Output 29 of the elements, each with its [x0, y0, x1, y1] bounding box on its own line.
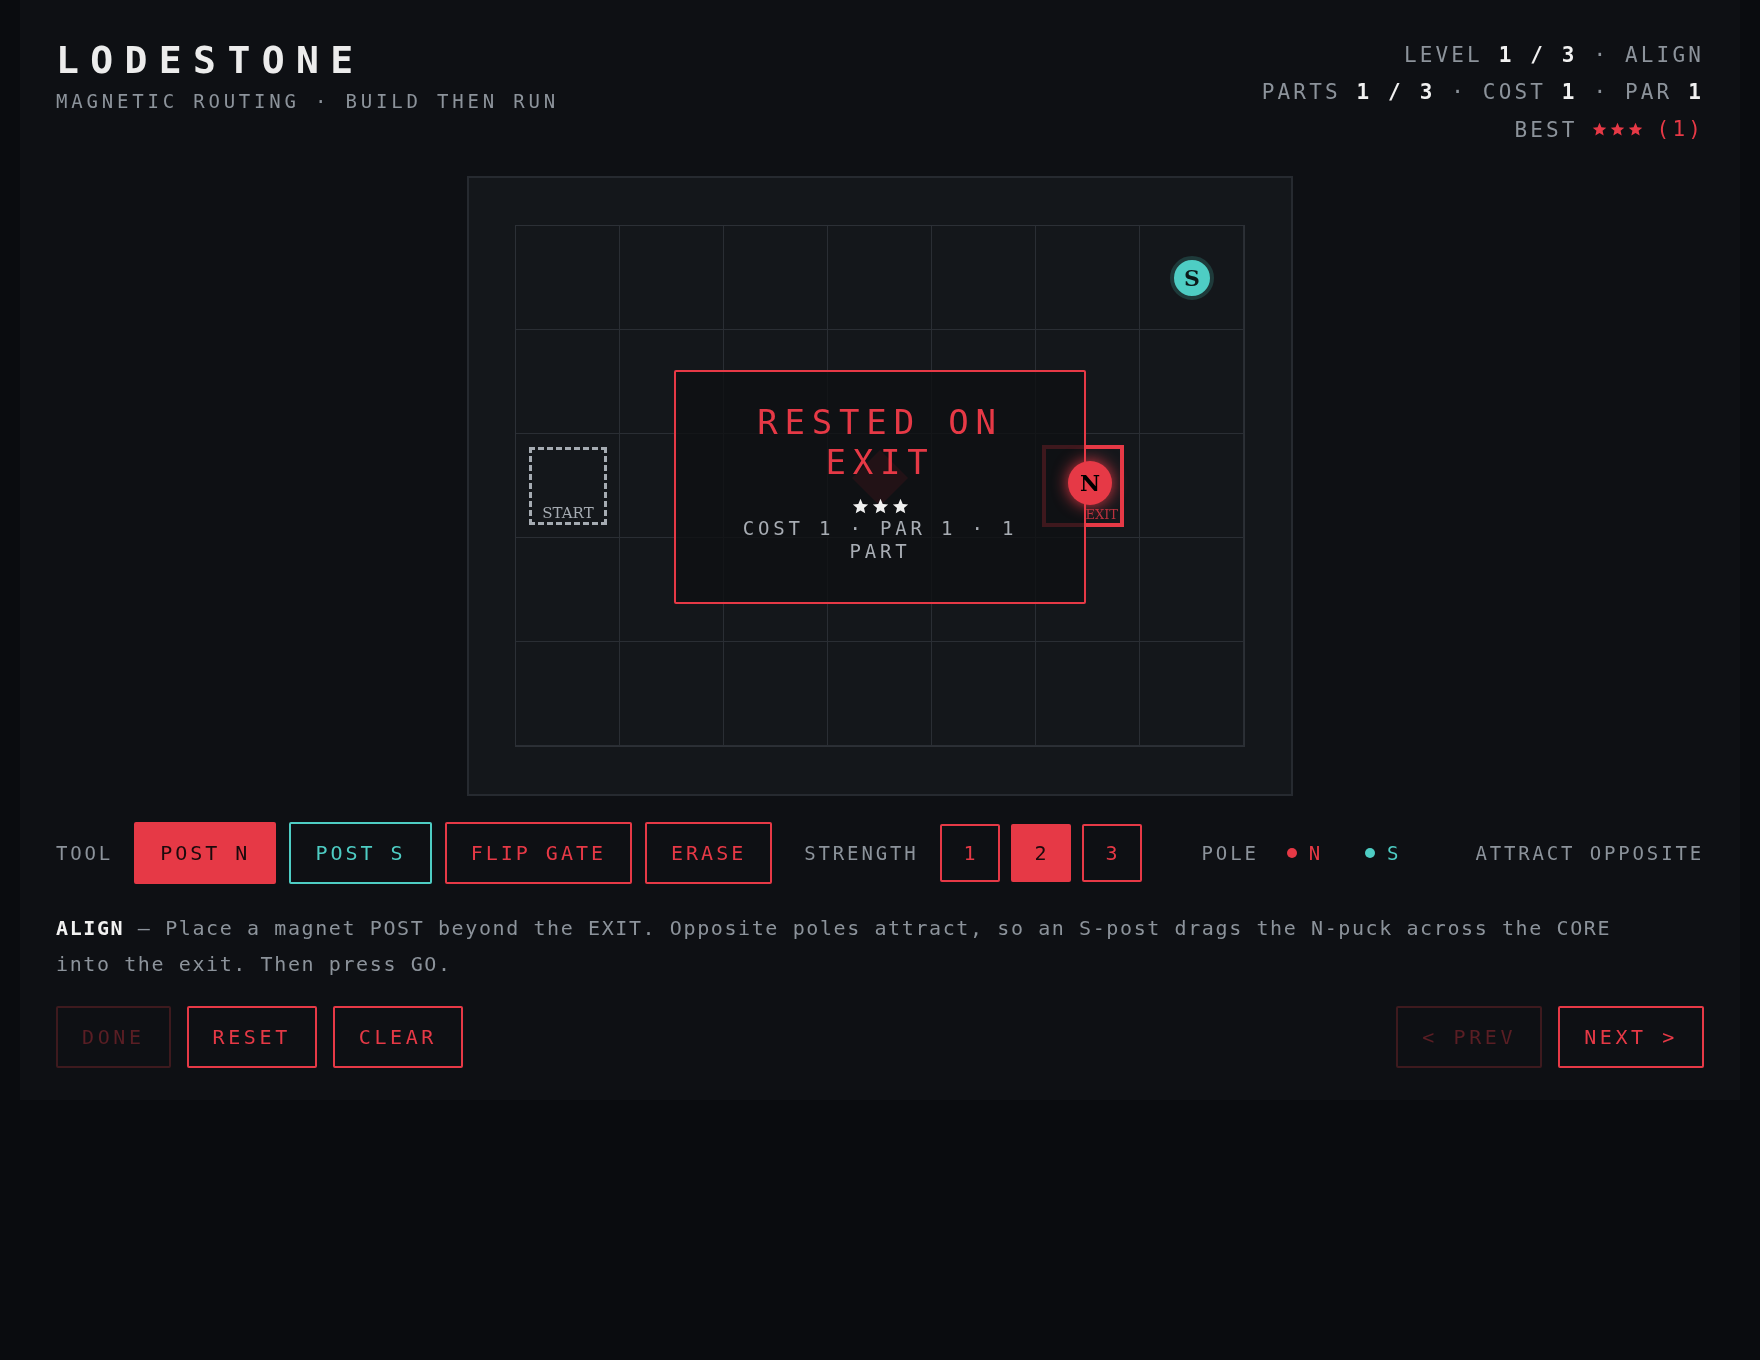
tool-button[interactable]: POST S — [289, 822, 432, 884]
nav-button[interactable]: NEXT > — [1558, 1006, 1704, 1068]
strength-button[interactable]: 2 — [1010, 824, 1071, 882]
tool-button[interactable]: ERASE — [645, 822, 773, 884]
strength-label: STRENGTH — [804, 842, 919, 864]
strength-button[interactable]: 3 — [1081, 824, 1142, 882]
best-count: (1) — [1656, 116, 1704, 143]
pole-name: N — [1308, 842, 1323, 864]
app-title: LODESTONE — [56, 37, 366, 84]
result-detail: COST 1 · PAR 1 · 1 PART — [741, 517, 1019, 563]
action-button[interactable]: RESET — [186, 1006, 317, 1068]
pole-label: POLE — [1201, 842, 1259, 864]
start-zone: START — [529, 447, 607, 525]
exit-label: EXIT — [1085, 507, 1118, 522]
level-description: ALIGN — Place a magnet POST beyond the EXIT. Opposite poles attract, so an S-post drags the N-puck across the CORE into the exit. Then press GO. — [56, 915, 1613, 978]
magnet-post[interactable]: S — [1170, 256, 1214, 300]
strength-button[interactable]: 1 — [939, 824, 1000, 882]
tool-label: TOOL — [56, 842, 114, 864]
pole-hint: ATTRACT OPPOSITE — [1475, 842, 1704, 864]
puck: N — [1068, 461, 1112, 505]
result-title: RESTED ON EXIT — [756, 402, 1004, 482]
pole-name: S — [1387, 842, 1402, 864]
stats-line: LEVEL 1 / 3 · ALIGN — [1403, 42, 1704, 69]
app-subtitle: MAGNETIC ROUTING · BUILD THEN RUN — [56, 90, 559, 112]
stats-line: PARTS 1 / 3 · COST 1 · PAR 1 — [1261, 79, 1704, 106]
action-button[interactable]: CLEAR — [332, 1006, 463, 1068]
tool-button[interactable]: FLIP GATE — [444, 822, 633, 884]
best-label: BEST — [1514, 117, 1578, 142]
tool-button[interactable]: POST N — [134, 822, 277, 884]
